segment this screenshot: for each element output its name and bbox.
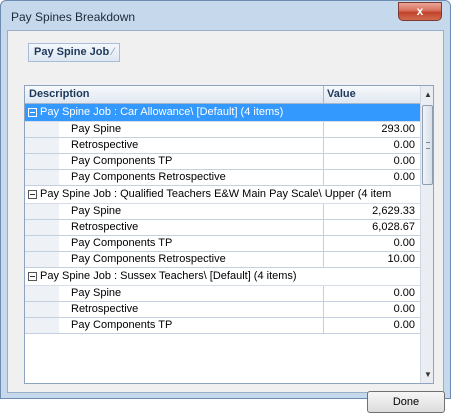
- scroll-up-icon[interactable]: ▲: [421, 86, 433, 103]
- table-row[interactable]: Retrospective 0.00: [25, 302, 420, 318]
- group-chip-label: Pay Spine Job: [34, 46, 110, 58]
- description-cell[interactable]: Pay Components TP: [59, 236, 324, 252]
- row-indent: [25, 170, 59, 186]
- row-indent: [25, 286, 59, 302]
- value-cell[interactable]: 293.00: [324, 122, 420, 138]
- dialog-window: Pay Spines Breakdown x Pay Spine Job ⁄ De…: [0, 0, 451, 413]
- description-text: Pay Components Retrospective: [71, 253, 226, 265]
- table-row[interactable]: Retrospective 6,028.67: [25, 220, 420, 236]
- description-text: Pay Spine: [71, 123, 122, 135]
- value-text: 0.00: [393, 155, 415, 167]
- table-row[interactable]: Pay Components TP 0.00: [25, 236, 420, 252]
- group-row[interactable]: Pay Spine Job : Qualified Teachers E&W M…: [25, 186, 420, 204]
- value-text: 10.00: [387, 253, 415, 265]
- table-row[interactable]: Retrospective 0.00: [25, 138, 420, 154]
- column-header-value[interactable]: Value: [327, 88, 356, 100]
- window-title: Pay Spines Breakdown: [11, 10, 136, 24]
- collapse-group-icon[interactable]: [28, 108, 37, 117]
- value-cell[interactable]: 0.00: [324, 170, 420, 186]
- row-indent: [25, 302, 59, 318]
- description-cell[interactable]: Pay Spine: [59, 286, 324, 302]
- value-cell[interactable]: 6,028.67: [324, 220, 420, 236]
- table-row[interactable]: Pay Spine 0.00: [25, 286, 420, 302]
- description-cell[interactable]: Pay Components TP: [59, 318, 324, 334]
- group-row[interactable]: Pay Spine Job : Sussex Teachers\ [Defaul…: [25, 268, 420, 286]
- group-row[interactable]: Pay Spine Job : Car Allowance\ [Default]…: [25, 104, 420, 122]
- row-indent: [25, 138, 59, 154]
- pay-spines-grid: Description Value Pay Spine Job : Car Al…: [24, 85, 434, 384]
- description-cell[interactable]: Pay Spine: [59, 204, 324, 220]
- value-text: 0.00: [393, 287, 415, 299]
- description-cell[interactable]: Retrospective: [59, 220, 324, 236]
- group-by-pay-spine-job-chip[interactable]: Pay Spine Job ⁄: [28, 43, 121, 62]
- description-text: Pay Components TP: [71, 319, 173, 331]
- row-indent: [25, 236, 59, 252]
- value-cell[interactable]: 2,629.33: [324, 204, 420, 220]
- value-text: 2,629.33: [372, 205, 415, 217]
- description-cell[interactable]: Pay Components TP: [59, 154, 324, 170]
- value-text: 0.00: [393, 139, 415, 151]
- column-divider[interactable]: [323, 86, 324, 103]
- description-text: Pay Components TP: [71, 155, 173, 167]
- dialog-body: Pay Spine Job ⁄ Description Value Pay Spi…: [7, 30, 445, 413]
- description-text: Pay Spine: [71, 205, 122, 217]
- group-row-label: Pay Spine Job : Qualified Teachers E&W M…: [40, 188, 392, 200]
- group-row-label: Pay Spine Job : Sussex Teachers\ [Defaul…: [40, 270, 297, 282]
- description-text: Pay Components Retrospective: [71, 171, 226, 183]
- description-text: Retrospective: [71, 221, 139, 233]
- close-button[interactable]: x: [398, 2, 442, 21]
- value-text: 0.00: [393, 237, 415, 249]
- description-cell[interactable]: Retrospective: [59, 138, 324, 154]
- row-indent: [25, 122, 59, 138]
- value-text: 0.00: [393, 171, 415, 183]
- value-cell[interactable]: 0.00: [324, 302, 420, 318]
- row-indent: [25, 252, 59, 268]
- value-cell[interactable]: 0.00: [324, 154, 420, 170]
- group-row-label: Pay Spine Job : Car Allowance\ [Default]…: [40, 106, 284, 118]
- value-cell[interactable]: 10.00: [324, 252, 420, 268]
- sort-indicator-icon: ⁄: [112, 46, 115, 58]
- table-row[interactable]: Pay Components TP 0.00: [25, 318, 420, 334]
- grid-rows: Pay Spine Job : Car Allowance\ [Default]…: [25, 104, 420, 383]
- vertical-scrollbar[interactable]: ▲ ▼: [420, 86, 433, 383]
- row-indent: [25, 318, 59, 334]
- value-text: 293.00: [381, 123, 415, 135]
- scroll-thumb[interactable]: [422, 105, 433, 185]
- table-row[interactable]: Pay Components TP 0.00: [25, 154, 420, 170]
- description-text: Pay Spine: [71, 287, 122, 299]
- done-button[interactable]: Done: [367, 391, 445, 413]
- value-cell[interactable]: 0.00: [324, 138, 420, 154]
- value-cell[interactable]: 0.00: [324, 318, 420, 334]
- description-text: Retrospective: [71, 303, 139, 315]
- description-text: Retrospective: [71, 139, 139, 151]
- scroll-down-icon[interactable]: ▼: [421, 366, 433, 383]
- table-row[interactable]: Pay Components Retrospective 0.00: [25, 170, 420, 186]
- collapse-group-icon[interactable]: [28, 272, 37, 281]
- value-text: 0.00: [393, 319, 415, 331]
- description-cell[interactable]: Pay Spine: [59, 122, 324, 138]
- table-row[interactable]: Pay Spine 293.00: [25, 122, 420, 138]
- row-indent: [25, 154, 59, 170]
- collapse-group-icon[interactable]: [28, 190, 37, 199]
- description-cell[interactable]: Pay Components Retrospective: [59, 252, 324, 268]
- table-row[interactable]: Pay Components Retrospective 10.00: [25, 252, 420, 268]
- value-text: 0.00: [393, 303, 415, 315]
- value-cell[interactable]: 0.00: [324, 236, 420, 252]
- table-row[interactable]: Pay Spine 2,629.33: [25, 204, 420, 220]
- description-cell[interactable]: Retrospective: [59, 302, 324, 318]
- column-header-row: Description Value: [25, 86, 420, 104]
- value-cell[interactable]: 0.00: [324, 286, 420, 302]
- description-text: Pay Components TP: [71, 237, 173, 249]
- row-indent: [25, 204, 59, 220]
- title-bar: Pay Spines Breakdown x: [1, 1, 450, 31]
- description-cell[interactable]: Pay Components Retrospective: [59, 170, 324, 186]
- row-indent: [25, 220, 59, 236]
- column-header-description[interactable]: Description: [29, 88, 90, 100]
- value-text: 6,028.67: [372, 221, 415, 233]
